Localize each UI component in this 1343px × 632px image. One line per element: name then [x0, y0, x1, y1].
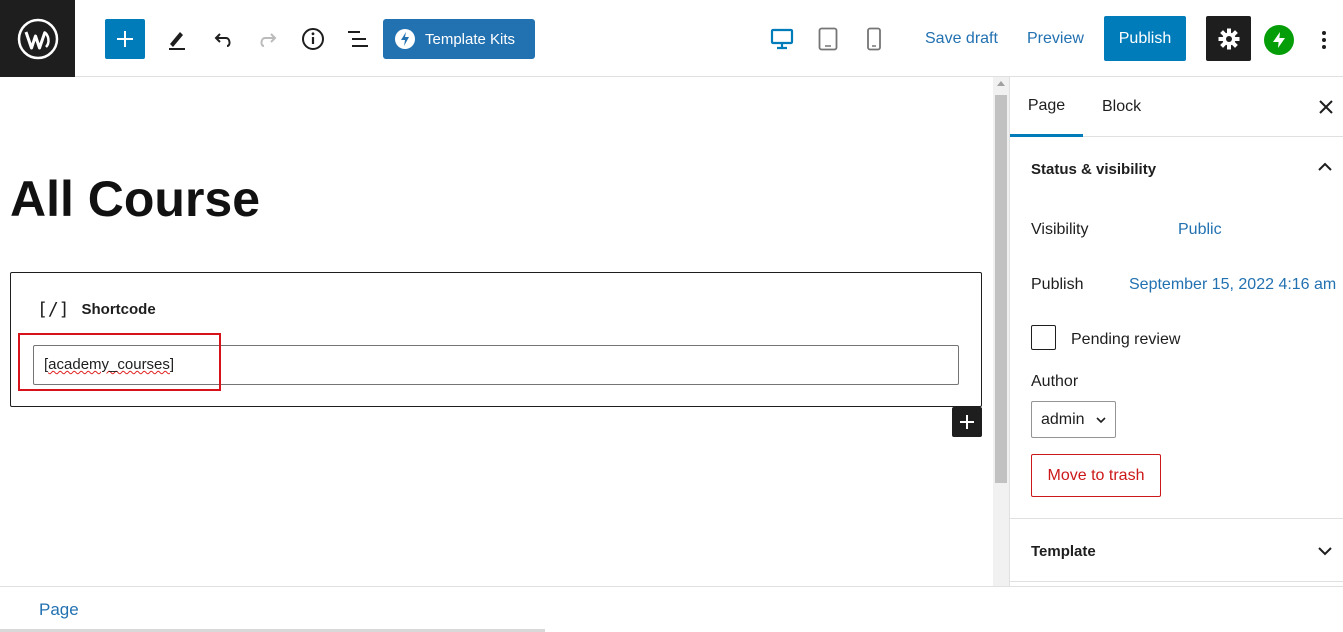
close-icon[interactable]: [1314, 95, 1338, 119]
lightning-icon: [395, 29, 415, 49]
mobile-icon[interactable]: [857, 22, 891, 56]
template-kits-button[interactable]: Template Kits: [383, 19, 535, 59]
tab-page[interactable]: Page: [1010, 77, 1083, 137]
gear-icon: [1218, 28, 1239, 49]
shortcode-block-header: [/] Shortcode: [37, 299, 156, 320]
annotation-highlight-box: [18, 333, 221, 391]
author-label: Author: [1031, 373, 1079, 390]
editor-footer: Page: [0, 586, 1343, 632]
panel-divider: [1010, 581, 1343, 582]
author-select-value: admin: [1041, 410, 1085, 428]
pencil-icon[interactable]: [160, 22, 194, 56]
shortcode-block-label: Shortcode: [81, 301, 156, 318]
publish-button[interactable]: Publish: [1104, 16, 1186, 61]
pending-review-label: Pending review: [1071, 331, 1181, 348]
more-vertical-icon[interactable]: [1314, 24, 1334, 56]
scrollbar-thumb[interactable]: [995, 95, 1007, 483]
chevron-down-icon[interactable]: [1315, 541, 1335, 561]
tablet-icon[interactable]: [811, 22, 845, 56]
redo-icon[interactable]: [251, 22, 285, 56]
wordpress-logo-icon[interactable]: [0, 0, 75, 77]
visibility-label: Visibility: [1031, 221, 1089, 238]
plus-icon: [960, 415, 974, 429]
list-view-icon[interactable]: [341, 22, 375, 56]
sidebar-tabs: Page Block: [1010, 77, 1343, 137]
chevron-down-icon: [1096, 416, 1106, 423]
shortcode-icon: [/]: [37, 299, 70, 320]
settings-sidebar: Page Block Status & visibility Visibilit…: [1009, 77, 1343, 586]
editor-canvas: All Course [/] Shortcode [academy_course…: [0, 77, 993, 586]
settings-button[interactable]: [1206, 16, 1251, 61]
move-to-trash-button[interactable]: Move to trash: [1031, 454, 1161, 497]
info-icon[interactable]: [296, 22, 330, 56]
status-visibility-panel-toggle[interactable]: Status & visibility: [1031, 161, 1156, 178]
pending-review-checkbox[interactable]: [1031, 325, 1056, 350]
undo-icon[interactable]: [206, 22, 240, 56]
editor-header: Template Kits Save draft Preview Publish: [0, 0, 1343, 77]
desktop-icon[interactable]: [765, 22, 799, 56]
editor-scrollbar[interactable]: [993, 77, 1009, 586]
jetpack-icon[interactable]: [1264, 25, 1294, 55]
template-panel-toggle[interactable]: Template: [1031, 543, 1096, 560]
add-block-button[interactable]: [105, 19, 145, 59]
shortcode-block[interactable]: [/] Shortcode [academy_courses]: [10, 272, 982, 407]
save-draft-button[interactable]: Save draft: [925, 30, 998, 48]
page-title[interactable]: All Course: [10, 170, 260, 228]
publish-date-label: Publish: [1031, 276, 1084, 293]
tab-block[interactable]: Block: [1102, 77, 1141, 137]
scroll-up-arrow-icon[interactable]: [997, 81, 1005, 86]
preview-button[interactable]: Preview: [1027, 30, 1084, 48]
visibility-value-button[interactable]: Public: [1178, 221, 1222, 239]
template-kits-label: Template Kits: [425, 30, 516, 48]
block-inserter-button[interactable]: [952, 407, 982, 437]
panel-divider: [1010, 518, 1343, 519]
publish-date-button[interactable]: September 15, 2022 4:16 am: [1129, 276, 1336, 294]
chevron-up-icon[interactable]: [1315, 157, 1335, 177]
breadcrumb-page[interactable]: Page: [39, 600, 79, 620]
plus-icon: [117, 31, 133, 47]
author-select[interactable]: admin: [1031, 401, 1116, 438]
